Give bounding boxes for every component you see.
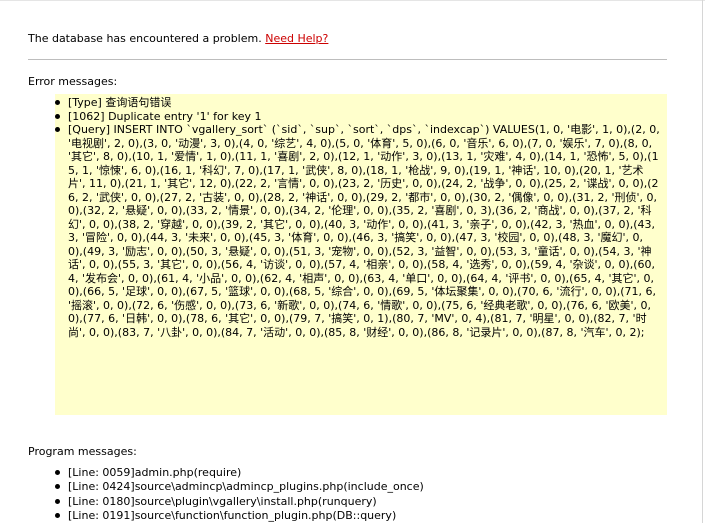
bullet-icon [55,113,60,119]
top-border [0,0,705,1]
program-item: [Line: 0424]source\admincp\admincp_plugi… [55,480,675,494]
bullet-icon [55,512,60,518]
program-item-text: [Line: 0191]source\function\function_plu… [68,508,397,522]
need-help-link[interactable]: Need Help? [265,32,328,45]
program-list: [Line: 0059]admin.php(require) [Line: 04… [55,466,675,523]
bullet-icon [55,498,60,504]
error-item-text: [Query] INSERT INTO `vgallery_sort` (`si… [68,123,660,339]
right-border [702,0,703,523]
error-list: [Type] 查询语句错误 [1062] Duplicate entry '1'… [55,96,667,339]
program-item-text: [Line: 0059]admin.php(require) [68,466,242,479]
program-item-text: [Line: 0424]source\admincp\admincp_plugi… [68,480,424,494]
bullet-icon [55,470,60,475]
program-messages-title: Program messages: [28,445,137,458]
divider [28,59,667,60]
error-item-code: [1062] Duplicate entry '1' for key 1 [55,110,660,124]
program-item-text: [Line: 0180]source\plugin\vgallery\insta… [68,494,377,508]
bullet-icon [55,100,60,105]
error-messages-box: [Type] 查询语句错误 [1062] Duplicate entry '1'… [55,94,667,415]
program-item: [Line: 0191]source\function\function_plu… [55,509,675,523]
intro-line: The database has encountered a problem. … [28,32,328,45]
error-item-text: [1062] Duplicate entry '1' for key 1 [68,109,262,123]
intro-message: The database has encountered a problem. [28,32,262,45]
error-item-type: [Type] 查询语句错误 [55,96,660,110]
error-messages-title: Error messages: [28,75,118,88]
program-item: [Line: 0180]source\plugin\vgallery\insta… [55,495,675,509]
program-item: [Line: 0059]admin.php(require) [55,466,675,480]
error-item-text: [Type] 查询语句错误 [68,96,172,109]
bullet-icon [55,484,60,490]
bullet-icon [55,127,60,132]
error-item-query: [Query] INSERT INTO `vgallery_sort` (`si… [55,123,660,339]
